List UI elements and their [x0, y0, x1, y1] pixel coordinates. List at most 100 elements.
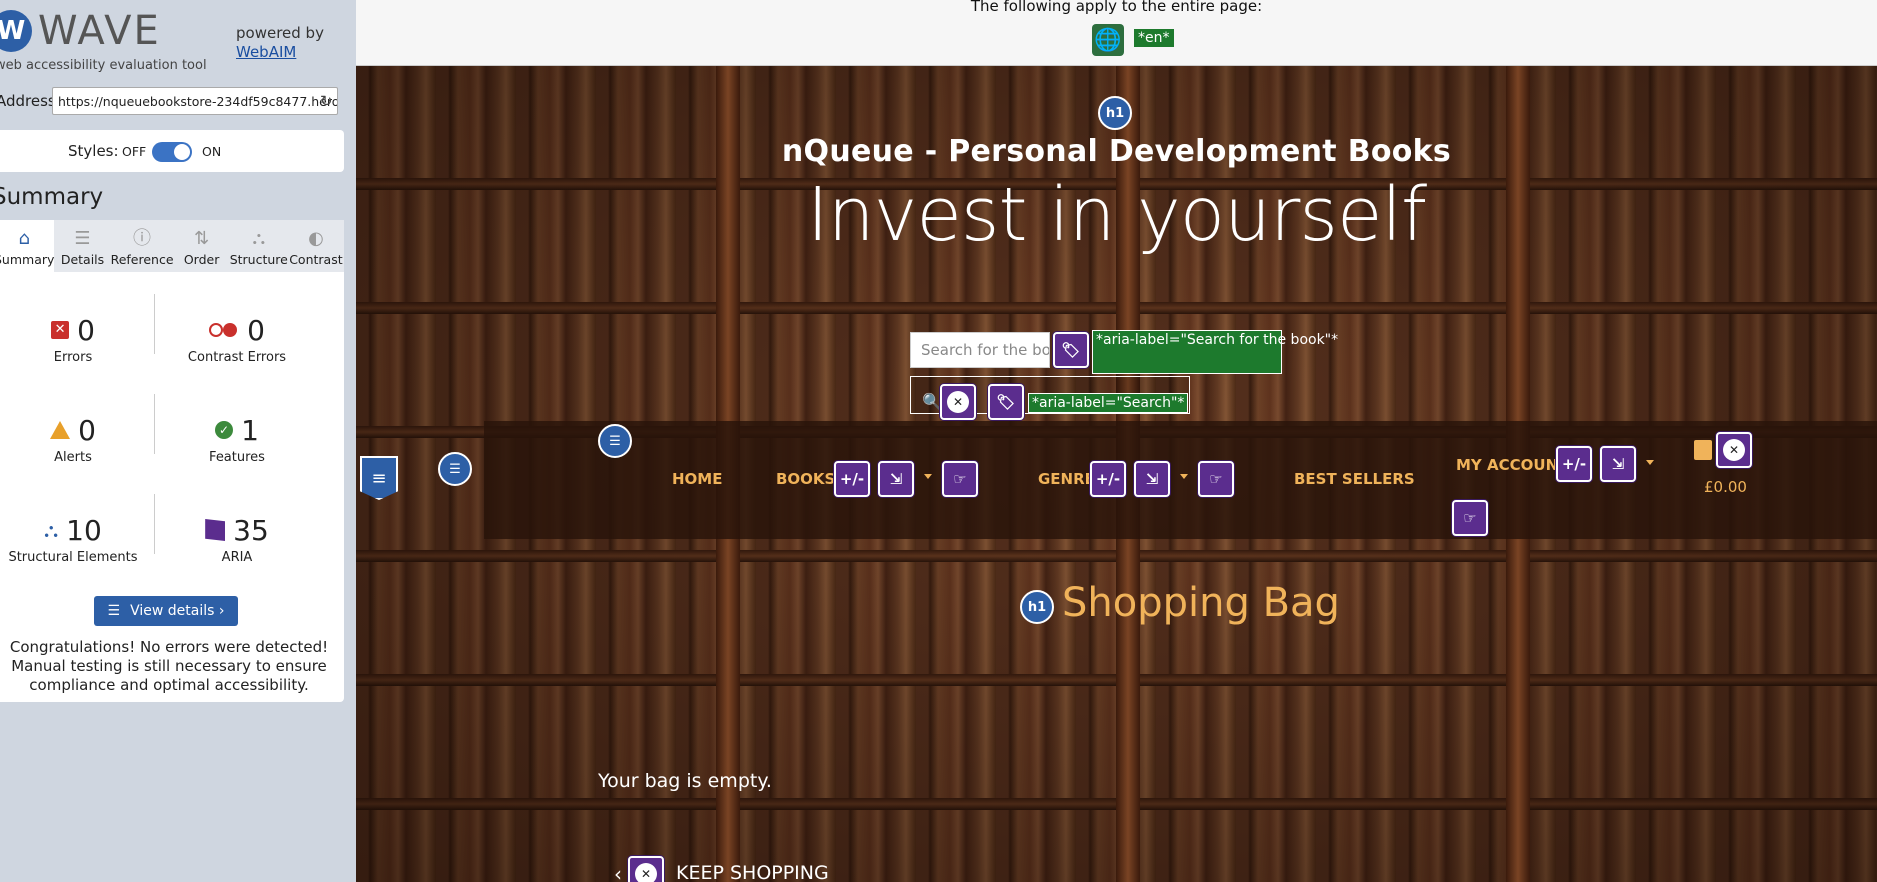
contrast-error-icon — [209, 323, 239, 337]
tab-structure[interactable]: ⛬ Structure — [230, 220, 288, 272]
wave-sidebar: W WAVE web accessibility evaluation tool… — [0, 0, 356, 882]
alerts-count: 0 — [78, 413, 96, 447]
tab-details[interactable]: ☰ Details — [54, 220, 110, 272]
list-structure-icon[interactable]: ☰ — [598, 424, 632, 458]
home-icon: ⌂ — [18, 228, 30, 249]
tab-summary[interactable]: ⌂ Summary — [0, 220, 55, 272]
structure-icon: ⛬ — [44, 518, 59, 542]
nav-genre[interactable]: GENRE — [1038, 470, 1095, 488]
language-globe-icon[interactable]: 🌐 — [1092, 24, 1124, 56]
empty-bag-message: Your bag is empty. — [598, 770, 772, 792]
feature-check-icon: ✓ — [215, 421, 234, 439]
view-details-label: View details › — [130, 603, 225, 619]
empty-link-error-icon[interactable] — [1716, 432, 1752, 468]
tab-label: Details — [60, 252, 105, 267]
features-count: 1 — [241, 413, 259, 447]
contrast-icon: ◐ — [308, 228, 324, 249]
toggle-knob — [174, 144, 190, 160]
alert-icon — [50, 421, 71, 439]
structural-count: 10 — [66, 513, 102, 547]
features-stat: ✓ 1 Features — [162, 412, 312, 466]
nav-books[interactable]: BOOKS — [776, 470, 835, 488]
styles-toggle-panel: Styles: OFF ON — [0, 130, 344, 172]
page-viewport: The following apply to the entire page: … — [356, 0, 1877, 882]
h1-badge[interactable]: h1 — [1098, 96, 1132, 130]
structural-label: Structural Elements — [8, 550, 138, 565]
aria-popup-icon[interactable]: ⇲ — [1134, 461, 1170, 497]
list-icon: ☰ — [74, 228, 91, 249]
tab-order[interactable]: ⇅ Order — [174, 220, 230, 272]
tab-label: Order — [183, 252, 220, 267]
nav-best-sellers[interactable]: BEST SELLERS — [1294, 470, 1415, 488]
aria-menu-icon[interactable]: ☞ — [1198, 461, 1234, 497]
error-icon: ✕ — [51, 321, 70, 339]
errors-label: Errors — [53, 350, 93, 365]
wave-subtitle: web accessibility evaluation tool — [0, 58, 207, 73]
nav-my-account[interactable]: MY ACCOUNT — [1456, 456, 1568, 474]
language-tag: *en* — [1134, 29, 1174, 47]
tab-label: Contrast — [289, 252, 343, 267]
structure-icon: ⛬ — [252, 228, 266, 249]
keep-shopping-link[interactable]: KEEP SHOPPING — [676, 862, 829, 882]
view-details-button[interactable]: ☰ View details › — [94, 596, 238, 626]
tab-contrast[interactable]: ◐ Contrast — [288, 220, 344, 272]
aria-expanded-icon[interactable]: +/- — [834, 461, 870, 497]
address-input[interactable]: https://nqueuebookstore-234df59c8477.her… — [52, 87, 338, 115]
aria-expanded-icon[interactable]: +/- — [1090, 461, 1126, 497]
divider — [154, 394, 155, 454]
empty-button-error-icon[interactable] — [940, 384, 976, 420]
divider — [154, 294, 155, 354]
errors-stat: ✕ 0 Errors — [0, 312, 148, 365]
aria-popup-icon[interactable]: ⇲ — [878, 461, 914, 497]
aria-stat: 35 ARIA — [162, 512, 312, 565]
aria-popup-icon[interactable]: ⇲ — [1600, 446, 1636, 482]
aria-label-tag-icon[interactable]: 🏷 — [988, 384, 1024, 420]
chevron-down-icon[interactable] — [924, 474, 932, 479]
nav-home[interactable]: HOME — [672, 470, 722, 488]
styles-toggle[interactable] — [152, 142, 192, 162]
page-wide-notice: The following apply to the entire page: … — [356, 0, 1877, 66]
aria-label-tag-icon[interactable]: 🏷 — [1053, 332, 1089, 368]
styles-off-label: OFF — [122, 144, 147, 159]
wave-logo: W WAVE — [0, 8, 161, 54]
styles-label: Styles: — [68, 142, 119, 160]
alerts-label: Alerts — [54, 450, 92, 465]
contrast-errors-stat: 0 Contrast Errors — [162, 312, 312, 366]
chevron-left-icon: ‹ — [614, 862, 622, 882]
search-button-aria-label: *aria-label="Search"* — [1028, 393, 1189, 413]
tab-reference[interactable]: ⓘ Reference — [111, 220, 174, 272]
contrast-errors-label: Contrast Errors — [187, 350, 287, 365]
wave-logo-text: WAVE — [38, 8, 161, 54]
divider — [154, 494, 155, 554]
reload-icon[interactable]: ↻ — [320, 92, 333, 110]
powered-by-label: powered by — [236, 24, 324, 42]
chevron-down-icon[interactable] — [1180, 474, 1188, 479]
congrats-message: Congratulations! No errors were detected… — [9, 638, 329, 694]
features-label: Features — [209, 450, 265, 465]
wave-tabs: ⌂ Summary ☰ Details ⓘ Reference ⇅ Order … — [0, 220, 344, 272]
aria-expanded-icon[interactable]: +/- — [1556, 446, 1592, 482]
list-structure-icon[interactable]: ☰ — [438, 452, 472, 486]
bag-total[interactable]: £0.00 — [1704, 478, 1747, 496]
navigation-region-icon[interactable]: ≡ — [360, 456, 398, 500]
search-aria-label: *aria-label="Search for the book"* — [1092, 330, 1338, 374]
tab-label: Reference — [110, 252, 174, 267]
tab-label: Summary — [0, 252, 55, 267]
site-title: nQueue - Personal Development Books — [781, 134, 1452, 169]
empty-link-error-icon[interactable] — [628, 856, 664, 882]
chevron-down-icon[interactable] — [1646, 460, 1654, 465]
aria-menu-icon[interactable]: ☞ — [1452, 500, 1488, 536]
structural-stat: ⛬ 10 Structural Elements — [0, 512, 148, 566]
shopping-bag-icon[interactable] — [1694, 440, 1712, 460]
aria-label: ARIA — [221, 550, 253, 565]
page-wide-notice-text: The following apply to the entire page: — [970, 0, 1263, 15]
alerts-stat: 0 Alerts — [0, 412, 148, 465]
errors-count: 0 — [77, 313, 95, 347]
contrast-errors-count: 0 — [247, 313, 265, 347]
search-input[interactable]: Search for the book — [910, 332, 1050, 368]
search-icon: 🔍 — [922, 392, 942, 411]
h1-badge[interactable]: h1 — [1020, 590, 1054, 624]
aria-menu-icon[interactable]: ☞ — [942, 461, 978, 497]
webaim-link[interactable]: WebAIM — [236, 43, 296, 61]
tab-label: Structure — [229, 252, 288, 267]
